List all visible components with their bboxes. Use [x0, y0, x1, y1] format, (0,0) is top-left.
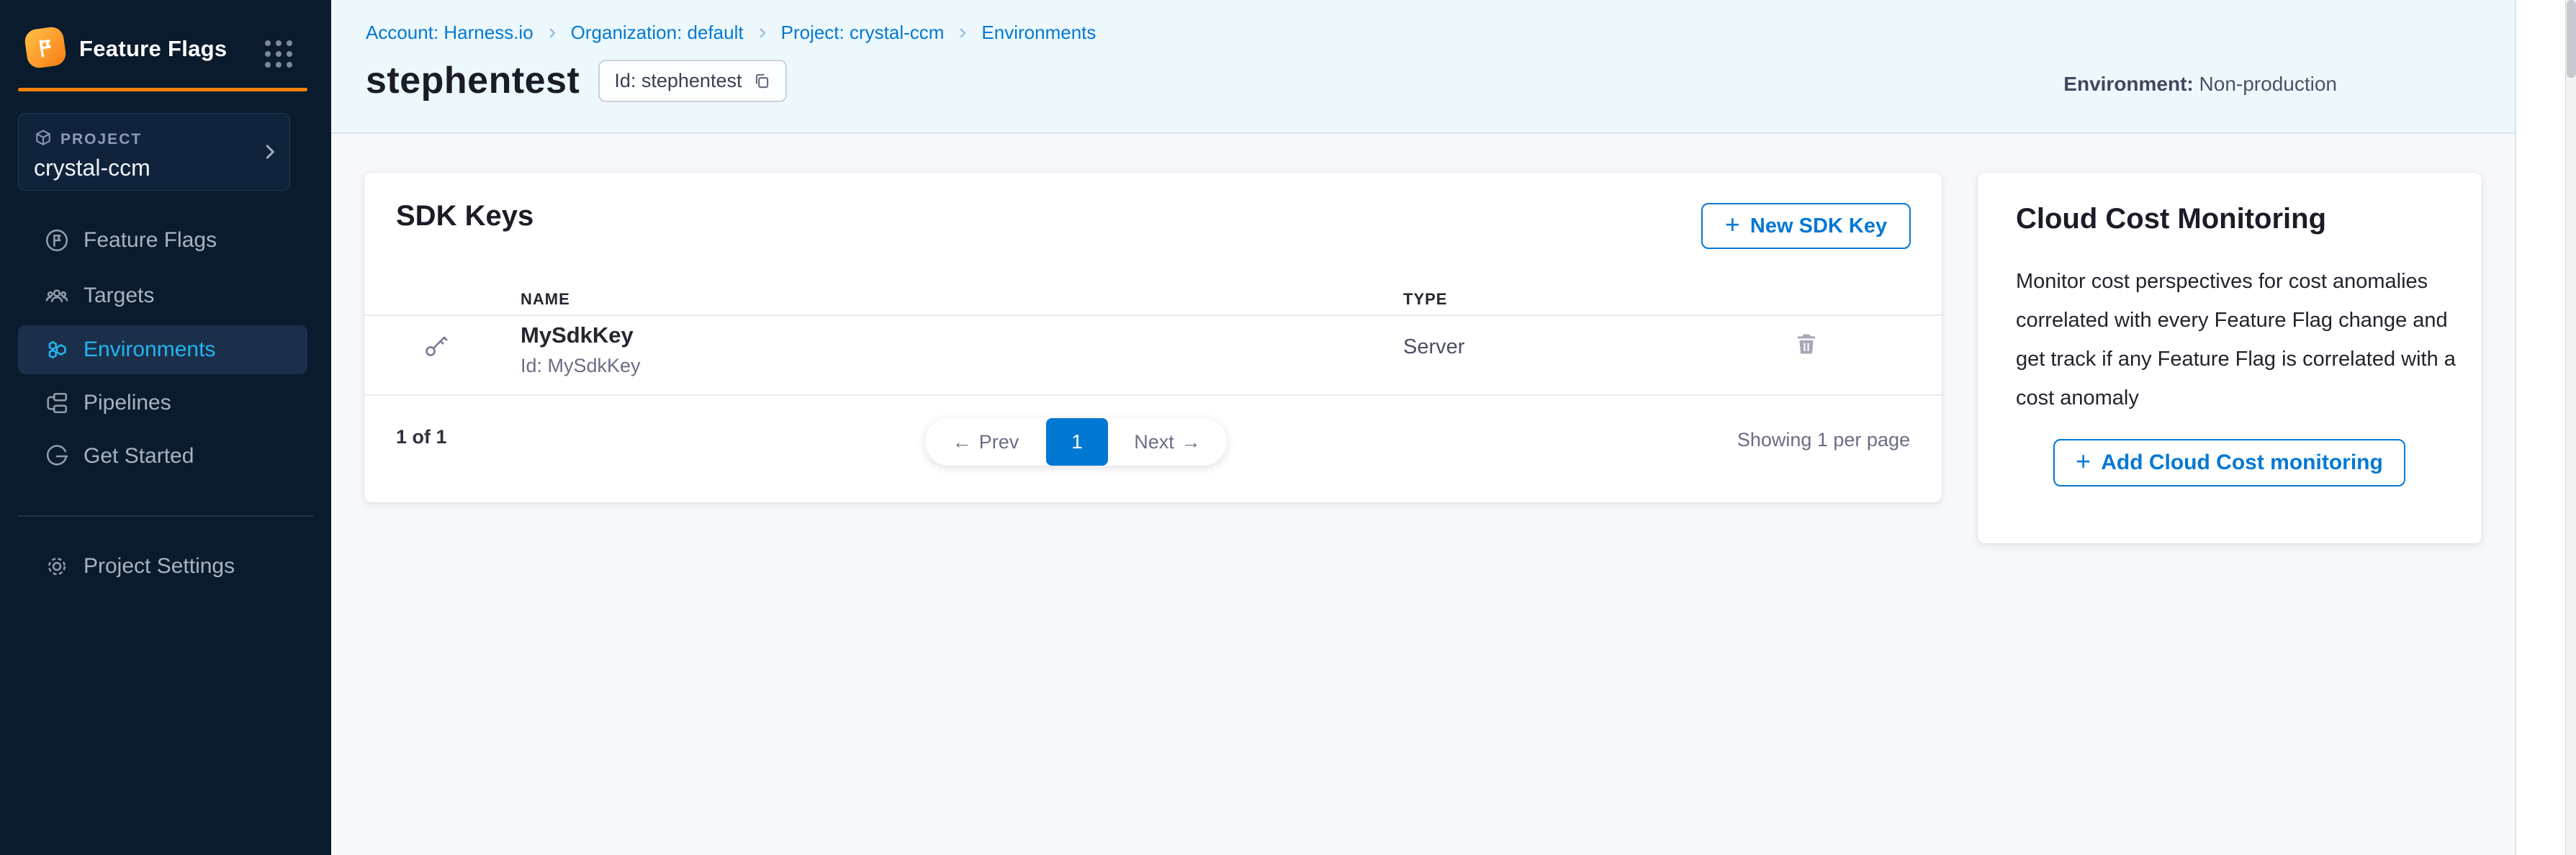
sidebar-item-label: Project Settings	[84, 554, 235, 579]
breadcrumb: Account: Harness.io Organization: defaul…	[366, 22, 1096, 44]
environment-type-value: Non-production	[2199, 73, 2337, 95]
table-divider	[364, 394, 1942, 396]
breadcrumb-account-link[interactable]: Account: Harness.io	[366, 22, 533, 44]
module-title: Feature Flags	[79, 36, 227, 62]
sidebar-divider	[18, 515, 313, 517]
plus-icon: +	[1725, 212, 1740, 238]
cloud-cost-title: Cloud Cost Monitoring	[2016, 203, 2326, 235]
environment-type-label: Environment:	[2063, 73, 2193, 95]
environment-id-text: Id: stephentest	[614, 70, 742, 92]
plus-icon: +	[2076, 448, 2091, 474]
people-icon	[44, 283, 70, 309]
key-icon	[422, 332, 449, 360]
module-switcher-icon[interactable]	[265, 40, 297, 69]
new-sdk-key-button[interactable]: + New SDK Key	[1701, 203, 1911, 249]
sdk-key-name: MySdkKey	[521, 322, 634, 348]
pagination-range: 1 of 1	[396, 426, 447, 448]
copy-icon[interactable]	[752, 71, 771, 90]
scrollbar-thumb[interactable]	[2567, 0, 2576, 78]
pagination-next-button[interactable]: Next →	[1108, 418, 1227, 466]
sdk-keys-panel: SDK Keys + New SDK Key NAME TYPE MySdkKe…	[364, 173, 1942, 502]
sidebar: Feature Flags PROJECT crystal-ccm Featur…	[0, 0, 331, 855]
page-scrollbar[interactable]	[2565, 0, 2576, 855]
sidebar-item-label: Targets	[84, 284, 154, 308]
sidebar-item-project-settings[interactable]: Project Settings	[18, 542, 307, 591]
chevron-right-icon	[756, 27, 769, 40]
hexagons-icon	[44, 337, 70, 363]
cloud-cost-description: Monitor cost perspectives for cost anoma…	[2016, 262, 2466, 417]
delete-key-icon[interactable]	[1793, 331, 1819, 357]
sidebar-item-label: Environments	[84, 338, 215, 362]
arrow-left-icon: ←	[953, 431, 972, 453]
feature-flags-logo-icon	[24, 26, 68, 70]
chevron-right-icon	[259, 141, 281, 163]
project-cube-icon	[33, 128, 53, 148]
chevron-right-icon	[956, 27, 969, 40]
table-divider	[364, 315, 1942, 316]
pagination-prev-button[interactable]: ← Prev	[925, 418, 1046, 466]
environment-type: Environment: Non-production	[2063, 73, 2337, 96]
sidebar-item-label: Pipelines	[84, 391, 171, 415]
sidebar-item-pipelines[interactable]: Pipelines	[18, 379, 307, 428]
column-header-name: NAME	[521, 290, 570, 309]
sidebar-item-environments[interactable]: Environments	[18, 325, 307, 374]
project-selector-label: PROJECT	[60, 131, 142, 148]
project-selector[interactable]: PROJECT crystal-ccm	[18, 113, 290, 191]
sidebar-item-label: Feature Flags	[84, 228, 217, 253]
page-title: stephentest	[366, 59, 580, 102]
get-started-icon	[44, 443, 70, 469]
sidebar-item-feature-flags[interactable]: Feature Flags	[18, 216, 307, 265]
right-rail	[2515, 0, 2565, 855]
add-cloud-cost-button[interactable]: + Add Cloud Cost monitoring	[2053, 439, 2405, 487]
arrow-right-icon: →	[1181, 431, 1201, 453]
pipelines-icon	[44, 390, 70, 416]
column-header-type: TYPE	[1403, 290, 1447, 309]
pagination: ← Prev 1 Next →	[925, 418, 1227, 466]
sidebar-item-label: Get Started	[84, 444, 194, 469]
breadcrumb-organization-link[interactable]: Organization: default	[571, 22, 744, 44]
cloud-cost-panel: Cloud Cost Monitoring Monitor cost persp…	[1978, 173, 2482, 543]
sdk-key-type: Server	[1403, 335, 1464, 359]
flag-circle-icon	[44, 227, 70, 253]
pagination-summary: Showing 1 per page	[1737, 429, 1910, 451]
project-selector-value: crystal-ccm	[34, 155, 150, 181]
breadcrumb-environments-link[interactable]: Environments	[981, 22, 1096, 44]
page-header: Account: Harness.io Organization: defaul…	[331, 0, 2515, 134]
sdk-key-id: Id: MySdkKey	[521, 355, 641, 377]
gear-icon	[44, 553, 70, 579]
sidebar-item-get-started[interactable]: Get Started	[18, 432, 307, 481]
chevron-right-icon	[546, 27, 559, 40]
environment-id-chip: Id: stephentest	[598, 60, 787, 102]
breadcrumb-project-link[interactable]: Project: crystal-ccm	[781, 22, 945, 44]
module-accent-divider	[18, 88, 307, 91]
sdk-keys-title: SDK Keys	[396, 200, 533, 232]
sidebar-item-targets[interactable]: Targets	[18, 271, 307, 320]
pagination-current-page[interactable]: 1	[1046, 418, 1108, 466]
